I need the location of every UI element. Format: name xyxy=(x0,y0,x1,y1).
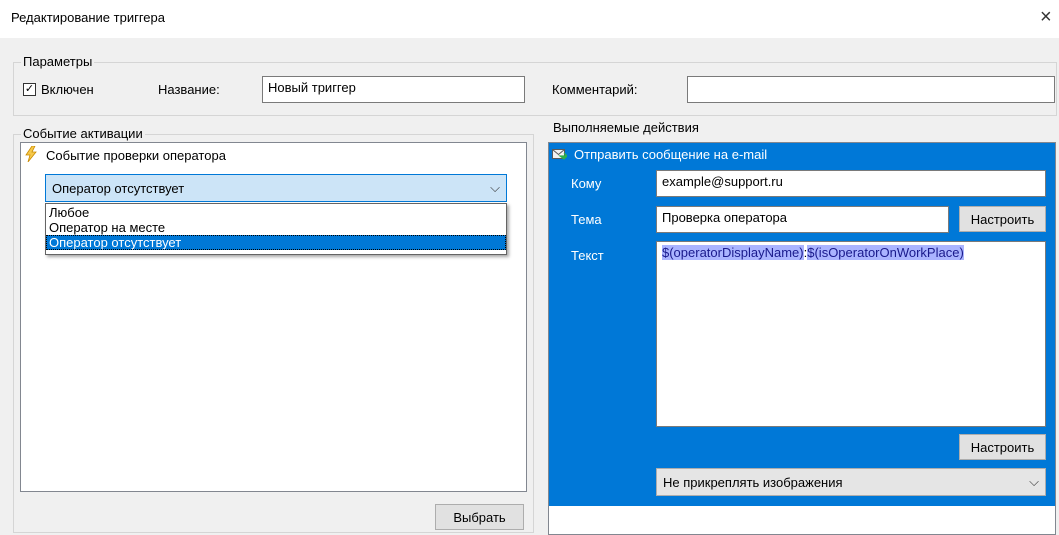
subject-label: Тема xyxy=(571,212,602,227)
params-legend: Параметры xyxy=(21,54,95,69)
chevron-down-icon: ⌵ xyxy=(490,180,500,195)
action-title: Отправить сообщение на e-mail xyxy=(574,147,768,162)
text-configure-button[interactable]: Настроить xyxy=(959,434,1046,460)
close-icon[interactable]: × xyxy=(1040,6,1058,28)
name-input[interactable]: Новый триггер xyxy=(262,76,525,103)
name-label: Название: xyxy=(158,82,220,97)
actions-legend: Выполняемые действия xyxy=(551,120,701,135)
event-list: Событие проверки оператора Оператор отсу… xyxy=(20,142,527,492)
event-label[interactable]: Событие проверки оператора xyxy=(46,148,226,163)
to-label: Кому xyxy=(571,176,602,191)
action-item-email[interactable]: Отправить сообщение на e-mail Кому examp… xyxy=(549,143,1055,506)
event-condition-dropdown: Любое Оператор на месте Оператор отсутст… xyxy=(45,203,507,255)
dropdown-option-absent[interactable]: Оператор отсутствует xyxy=(46,235,506,250)
activation-legend: Событие активации xyxy=(21,126,145,141)
event-condition-select[interactable]: Оператор отсутствует ⌵ xyxy=(45,174,507,202)
dropdown-option-any[interactable]: Любое xyxy=(46,205,506,220)
chevron-down-icon: ⌵ xyxy=(1029,474,1039,489)
to-input[interactable]: example@support.ru xyxy=(656,170,1046,197)
text-var-on-workplace: $(isOperatorOnWorkPlace) xyxy=(807,245,964,260)
subject-configure-button[interactable]: Настроить xyxy=(959,206,1046,232)
choose-button[interactable]: Выбрать xyxy=(435,504,524,530)
event-condition-value: Оператор отсутствует xyxy=(52,180,185,196)
message-textarea[interactable]: $(operatorDisplayName):$(isOperatorOnWor… xyxy=(656,241,1046,427)
actions-list: Отправить сообщение на e-mail Кому examp… xyxy=(548,142,1056,535)
text-var-operator-name: $(operatorDisplayName) xyxy=(662,245,804,260)
image-attach-value: Не прикреплять изображения xyxy=(663,474,843,490)
dropdown-option-on-place[interactable]: Оператор на месте xyxy=(46,220,506,235)
dialog-body: Параметры ✓ Включен Название: Новый триг… xyxy=(0,38,1059,535)
subject-input[interactable]: Проверка оператора xyxy=(656,206,949,233)
text-label: Текст xyxy=(571,248,604,263)
title-bar: Редактирование триггера × xyxy=(0,0,1059,38)
lightning-icon xyxy=(25,146,37,162)
image-attach-select[interactable]: Не прикреплять изображения ⌵ xyxy=(656,468,1046,496)
comment-input[interactable] xyxy=(687,76,1055,103)
comment-label: Комментарий: xyxy=(552,82,638,97)
window-title: Редактирование триггера xyxy=(11,10,165,25)
enabled-label: Включен xyxy=(41,82,94,97)
send-email-icon xyxy=(552,149,567,160)
enabled-checkbox[interactable]: ✓ xyxy=(23,83,36,96)
